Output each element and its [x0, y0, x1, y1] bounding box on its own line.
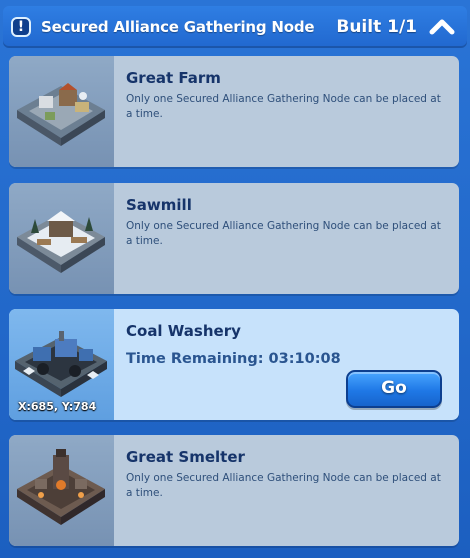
card-title: Great Farm	[126, 69, 221, 87]
node-card-great-farm[interactable]: Great Farm Only one Secured Alliance Gat…	[9, 56, 459, 167]
node-card-coal-washery[interactable]: X:685, Y:784 Coal Washery Time Remaining…	[9, 309, 459, 420]
card-title: Great Smelter	[126, 448, 245, 466]
time-remaining: Time Remaining: 03:10:08	[126, 351, 341, 367]
node-card-sawmill[interactable]: Sawmill Only one Secured Alliance Gather…	[9, 183, 459, 294]
coal-washery-building-image: X:685, Y:784	[9, 309, 114, 420]
panel-title: Secured Alliance Gathering Node	[41, 18, 315, 36]
alert-icon: !	[11, 17, 31, 37]
built-count: Built 1/1	[336, 17, 417, 37]
card-description: Only one Secured Alliance Gathering Node…	[126, 472, 441, 499]
gathering-node-panel: ! Secured Alliance Gathering Node Built …	[0, 0, 470, 558]
collapse-button[interactable]	[429, 17, 455, 37]
card-title: Sawmill	[126, 196, 192, 214]
panel-header: ! Secured Alliance Gathering Node Built …	[3, 6, 467, 48]
card-description: Only one Secured Alliance Gathering Node…	[126, 220, 441, 247]
farm-building-image	[9, 56, 114, 167]
node-card-great-smelter[interactable]: Great Smelter Only one Secured Alliance …	[9, 435, 459, 546]
chevron-up-icon	[429, 19, 455, 35]
smelter-building-image	[9, 435, 114, 546]
coordinates-label: X:685, Y:784	[18, 400, 97, 413]
card-title: Coal Washery	[126, 322, 241, 340]
go-button[interactable]: Go	[346, 370, 442, 408]
card-description: Only one Secured Alliance Gathering Node…	[126, 93, 441, 120]
sawmill-building-image	[9, 183, 114, 294]
